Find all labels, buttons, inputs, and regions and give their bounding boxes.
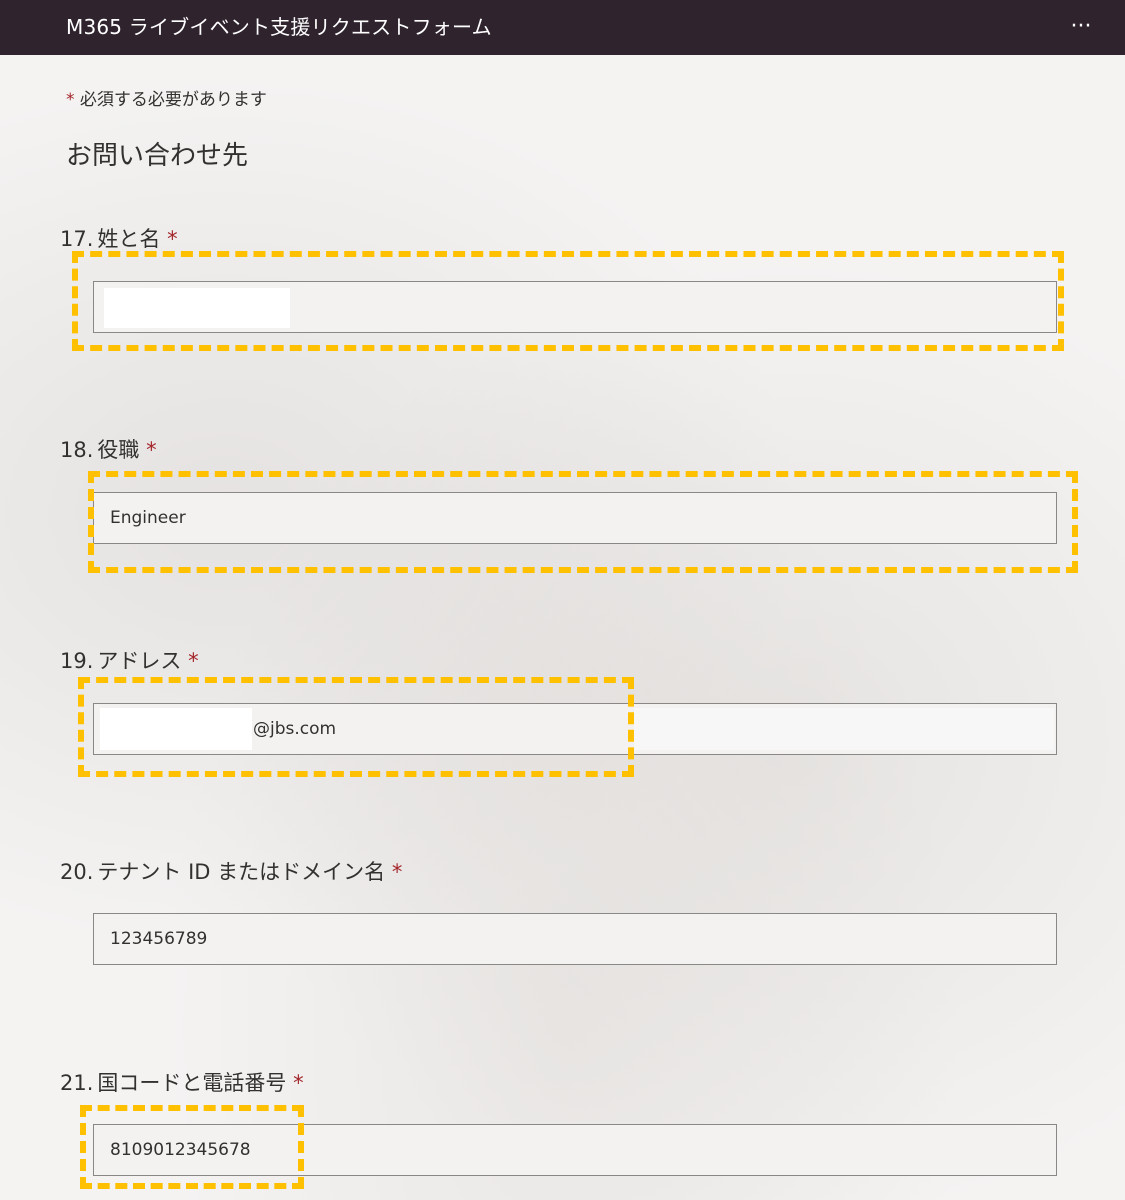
question-18-label: 18. 役職 *: [60, 434, 157, 464]
form-title: M365 ライブイベント支援リクエストフォーム: [66, 15, 492, 39]
question-number: 17.: [60, 227, 94, 251]
question-text: 姓と名: [97, 227, 161, 251]
email-input[interactable]: @jbs.com: [93, 703, 1057, 755]
question-number: 19.: [60, 649, 94, 673]
ellipsis-icon[interactable]: ···: [1067, 16, 1095, 38]
required-note: * 必須する必要があります: [66, 85, 267, 110]
email-input-value: @jbs.com: [253, 719, 337, 739]
question-21-label: 21. 国コードと電話番号 *: [60, 1067, 304, 1097]
question-text: アドレス: [97, 649, 182, 673]
job-title-input-value: Engineer: [110, 508, 186, 528]
required-star: *: [391, 860, 403, 884]
phone-input[interactable]: 8109012345678: [93, 1124, 1057, 1176]
form-body: * 必須する必要があります お問い合わせ先 17. 姓と名 * 18. 役職 * E…: [0, 55, 1125, 1200]
question-17-label: 17. 姓と名 *: [60, 223, 178, 253]
required-star: *: [188, 649, 199, 673]
question-text: 国コードと電話番号: [97, 1071, 287, 1095]
name-input[interactable]: [93, 281, 1057, 333]
question-text: テナント ID またはドメイン名: [97, 860, 386, 884]
job-title-input[interactable]: Engineer: [93, 492, 1057, 544]
section-title: お問い合わせ先: [66, 141, 249, 171]
required-star: *: [66, 90, 75, 110]
question-number: 21.: [60, 1071, 94, 1095]
redaction-box: [100, 708, 252, 750]
question-19-label: 19. アドレス *: [60, 645, 199, 675]
question-text: 役職: [97, 438, 140, 462]
question-20-label: 20. テナント ID またはドメイン名 *: [60, 856, 402, 886]
required-note-text: 必須する必要があります: [79, 90, 267, 110]
redaction-box: [634, 708, 1054, 750]
tenant-id-input-value: 123456789: [110, 929, 208, 949]
required-star: *: [167, 227, 178, 251]
question-number: 20.: [60, 860, 94, 884]
redaction-box: [104, 288, 290, 328]
required-star: *: [293, 1071, 304, 1095]
question-number: 18.: [60, 438, 94, 462]
tenant-id-input[interactable]: 123456789: [93, 913, 1057, 965]
app-header: M365 ライブイベント支援リクエストフォーム ···: [0, 0, 1125, 55]
required-star: *: [146, 438, 157, 462]
phone-input-value: 8109012345678: [110, 1140, 251, 1160]
